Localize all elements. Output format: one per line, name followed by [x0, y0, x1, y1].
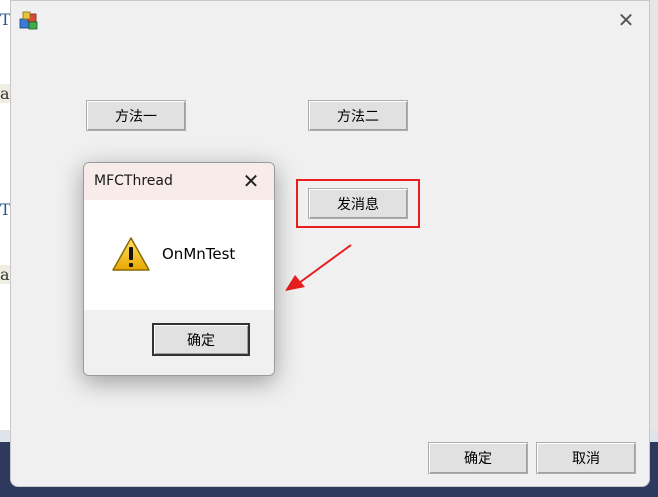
message-box-footer: 确定: [84, 310, 274, 375]
mfc-app-icon: [19, 10, 39, 30]
cancel-button[interactable]: 取消: [536, 442, 636, 474]
message-box-ok-button[interactable]: 确定: [152, 323, 250, 356]
close-icon[interactable]: ✕: [615, 9, 637, 31]
red-arrow-icon: [285, 244, 352, 291]
main-title-bar[interactable]: ✕: [11, 1, 649, 39]
method-one-button[interactable]: 方法一: [86, 100, 186, 131]
message-box-title: MFCThread: [94, 173, 173, 189]
ok-button[interactable]: 确定: [428, 442, 528, 474]
method-two-button[interactable]: 方法二: [308, 100, 408, 131]
highlight-box: [296, 179, 420, 228]
message-box-body: OnMnTest: [84, 200, 274, 310]
warning-icon: [111, 236, 151, 272]
close-icon[interactable]: ✕: [240, 169, 262, 193]
message-box: MFCThread ✕ OnMnTest 确定: [83, 162, 275, 376]
message-box-title-bar[interactable]: MFCThread ✕: [84, 163, 274, 200]
message-text: OnMnTest: [162, 245, 236, 263]
